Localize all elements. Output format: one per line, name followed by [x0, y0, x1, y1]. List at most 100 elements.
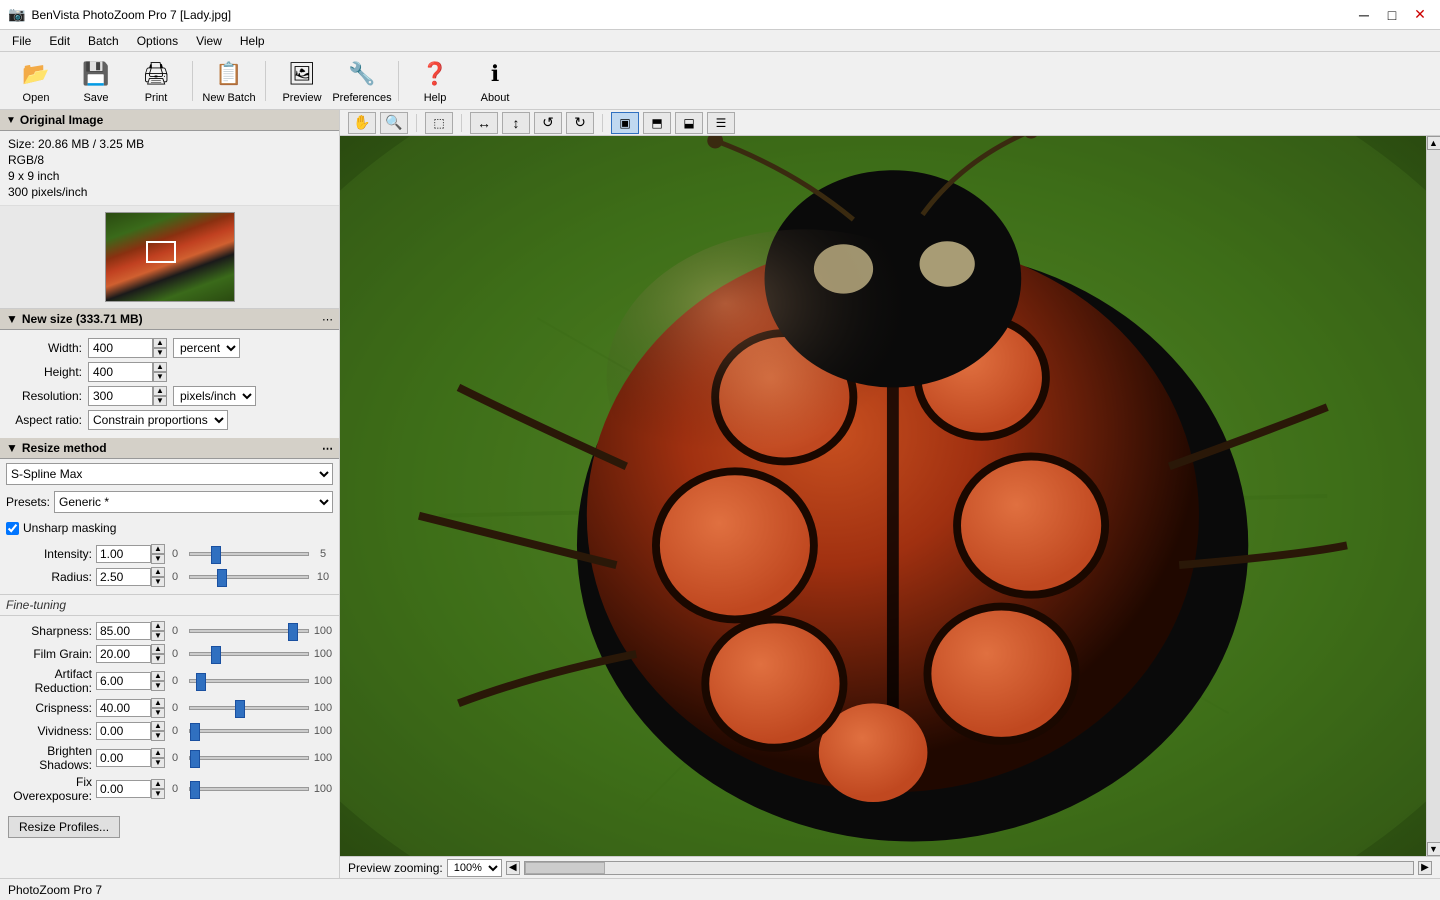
preview-button[interactable]: 🖼 Preview: [274, 56, 330, 106]
fix-overexposure-thumb[interactable]: [190, 781, 200, 799]
new-batch-button[interactable]: 📋 New Batch: [201, 56, 257, 106]
compare-button[interactable]: ☰: [707, 112, 735, 134]
image-view[interactable]: ▲ ▼: [340, 136, 1440, 856]
radius-thumb[interactable]: [217, 569, 227, 587]
sharpness-track[interactable]: [189, 629, 309, 633]
sharpness-thumb[interactable]: [288, 623, 298, 641]
save-button[interactable]: 💾 Save: [68, 56, 124, 106]
crispness-track[interactable]: [189, 706, 309, 710]
intensity-up-btn[interactable]: ▲: [151, 544, 165, 554]
resolution-down-btn[interactable]: ▼: [153, 396, 167, 406]
resize-method-options[interactable]: ⋯: [322, 442, 333, 455]
close-button[interactable]: ✕: [1408, 5, 1432, 25]
hand-tool-button[interactable]: ✋: [348, 112, 376, 134]
vividness-thumb[interactable]: [190, 723, 200, 741]
crop-button[interactable]: ⬚: [425, 112, 453, 134]
new-size-header[interactable]: ▼ New size (333.71 MB) ⋯: [0, 309, 339, 330]
fix-overexposure-input[interactable]: [96, 780, 151, 798]
rotate-ccw-button[interactable]: ↺: [534, 112, 562, 134]
artifact-reduction-thumb[interactable]: [196, 673, 206, 691]
artifact-reduction-up-btn[interactable]: ▲: [151, 671, 165, 681]
preferences-button[interactable]: 🔧 Preferences: [334, 56, 390, 106]
intensity-input[interactable]: [96, 545, 151, 563]
artifact-reduction-down-btn[interactable]: ▼: [151, 681, 165, 691]
menu-batch[interactable]: Batch: [80, 32, 127, 50]
menu-edit[interactable]: Edit: [41, 32, 78, 50]
width-up-btn[interactable]: ▲: [153, 338, 167, 348]
vividness-track[interactable]: [189, 729, 309, 733]
scroll-left-button[interactable]: ◀: [506, 861, 520, 875]
about-button[interactable]: ℹ About: [467, 56, 523, 106]
scroll-right-button[interactable]: ▶: [1418, 861, 1432, 875]
menu-view[interactable]: View: [188, 32, 230, 50]
single-view-button[interactable]: ▣: [611, 112, 639, 134]
fix-overexposure-track[interactable]: [189, 787, 309, 791]
print-button[interactable]: 🖨 Print: [128, 56, 184, 106]
artifact-reduction-track[interactable]: [189, 679, 309, 683]
width-input[interactable]: [88, 338, 153, 358]
artifact-reduction-input[interactable]: [96, 672, 151, 690]
radius-input[interactable]: [96, 568, 151, 586]
open-button[interactable]: 📂 Open: [8, 56, 64, 106]
film-grain-up-btn[interactable]: ▲: [151, 644, 165, 654]
rotate-cw-button[interactable]: ↻: [566, 112, 594, 134]
fix-overexposure-down-btn[interactable]: ▼: [151, 789, 165, 799]
vertical-scrollbar[interactable]: ▲ ▼: [1426, 136, 1440, 856]
h-scrollbar-thumb[interactable]: [525, 862, 605, 874]
presets-select[interactable]: Generic * Generic Photo Text Art: [54, 491, 333, 513]
crispness-down-btn[interactable]: ▼: [151, 708, 165, 718]
film-grain-input[interactable]: [96, 645, 151, 663]
vividness-input[interactable]: [96, 722, 151, 740]
res-unit-select[interactable]: pixels/inch pixels/cm: [173, 386, 256, 406]
maximize-button[interactable]: □: [1380, 5, 1404, 25]
height-input[interactable]: [88, 362, 153, 382]
unit-select[interactable]: percent pixels inches cm mm: [173, 338, 240, 358]
radius-down-btn[interactable]: ▼: [151, 577, 165, 587]
intensity-down-btn[interactable]: ▼: [151, 554, 165, 564]
new-size-options-btn[interactable]: ⋯: [322, 313, 333, 326]
brighten-shadows-up-btn[interactable]: ▲: [151, 748, 165, 758]
zoom-select-button[interactable]: 🔍: [380, 112, 408, 134]
method-select[interactable]: S-Spline Max S-Spline XL S-Spline Lanczo…: [6, 463, 333, 485]
height-up-btn[interactable]: ▲: [153, 362, 167, 372]
menu-options[interactable]: Options: [129, 32, 186, 50]
sharpness-down-btn[interactable]: ▼: [151, 631, 165, 641]
flip-v-button[interactable]: ↕: [502, 112, 530, 134]
brighten-shadows-thumb[interactable]: [190, 750, 200, 768]
resize-profiles-button[interactable]: Resize Profiles...: [8, 816, 120, 838]
resolution-up-btn[interactable]: ▲: [153, 386, 167, 396]
aspect-select[interactable]: Constrain proportions Free Original: [88, 410, 228, 430]
sharpness-up-btn[interactable]: ▲: [151, 621, 165, 631]
crispness-thumb[interactable]: [235, 700, 245, 718]
help-button[interactable]: ❓ Help: [407, 56, 463, 106]
original-image-header[interactable]: ▼ Original Image: [0, 110, 339, 131]
height-down-btn[interactable]: ▼: [153, 372, 167, 382]
scroll-down-button[interactable]: ▼: [1427, 842, 1440, 856]
radius-track[interactable]: [189, 575, 309, 579]
brighten-shadows-input[interactable]: [96, 749, 151, 767]
menu-file[interactable]: File: [4, 32, 39, 50]
crispness-input[interactable]: [96, 699, 151, 717]
film-grain-track[interactable]: [189, 652, 309, 656]
horizontal-scrollbar[interactable]: [524, 861, 1414, 875]
crispness-up-btn[interactable]: ▲: [151, 698, 165, 708]
split-v-button[interactable]: ⬒: [643, 112, 671, 134]
minimize-button[interactable]: ─: [1352, 5, 1376, 25]
zoom-select[interactable]: 25% 50% 75% 100% 150% 200%: [447, 859, 502, 877]
titlebar-controls[interactable]: ─ □ ✕: [1352, 5, 1432, 25]
split-h-button[interactable]: ⬓: [675, 112, 703, 134]
film-grain-down-btn[interactable]: ▼: [151, 654, 165, 664]
sharpness-input[interactable]: [96, 622, 151, 640]
intensity-track[interactable]: [189, 552, 309, 556]
unsharp-checkbox[interactable]: [6, 522, 19, 535]
fix-overexposure-up-btn[interactable]: ▲: [151, 779, 165, 789]
vividness-up-btn[interactable]: ▲: [151, 721, 165, 731]
flip-h-button[interactable]: ↔: [470, 112, 498, 134]
resize-method-header[interactable]: ▼ Resize method ⋯: [0, 438, 339, 459]
film-grain-thumb[interactable]: [211, 646, 221, 664]
resolution-input[interactable]: [88, 386, 153, 406]
vividness-down-btn[interactable]: ▼: [151, 731, 165, 741]
intensity-thumb[interactable]: [211, 546, 221, 564]
scroll-up-button[interactable]: ▲: [1427, 136, 1440, 150]
menu-help[interactable]: Help: [232, 32, 273, 50]
